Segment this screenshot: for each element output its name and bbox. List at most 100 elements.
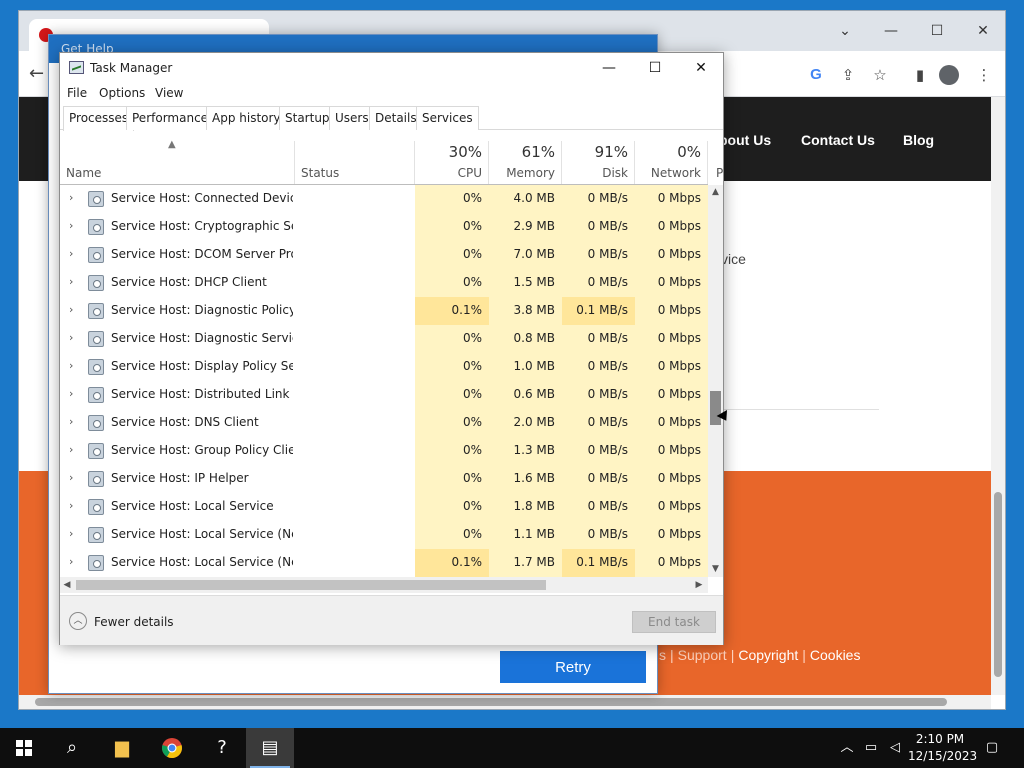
column-cpu[interactable]: 30% CPU bbox=[415, 141, 489, 185]
column-disk[interactable]: 91% Disk bbox=[562, 141, 635, 185]
nav-contact-us[interactable]: Contact Us bbox=[801, 132, 875, 148]
show-hidden-icons-chevron-icon[interactable]: ︿ bbox=[836, 728, 858, 768]
process-cpu: 0% bbox=[462, 331, 482, 345]
process-mem: 0.8 MB bbox=[513, 331, 555, 345]
tab-services[interactable]: Services bbox=[416, 106, 479, 130]
end-task-button[interactable]: End task bbox=[632, 611, 716, 633]
horizontal-scroll-thumb[interactable] bbox=[76, 580, 546, 590]
browser-horizontal-scrollbar[interactable] bbox=[19, 695, 991, 709]
expand-chevron-icon[interactable]: › bbox=[69, 275, 73, 288]
star-icon[interactable]: ☆ bbox=[869, 64, 891, 86]
process-mem: 1.8 MB bbox=[513, 499, 555, 513]
process-list-horizontal-scrollbar[interactable]: ◀ ▶ bbox=[60, 577, 708, 593]
task-manager-taskbar-icon[interactable]: ▤ bbox=[246, 728, 294, 768]
tab-startup[interactable]: Startup bbox=[279, 106, 336, 130]
footer-link-support[interactable]: Support bbox=[678, 647, 727, 663]
file-explorer-icon[interactable]: ▆ bbox=[98, 728, 146, 768]
maximize-icon[interactable]: ☐ bbox=[632, 53, 678, 83]
tab-performance[interactable]: Performance bbox=[126, 106, 215, 130]
close-icon[interactable]: ✕ bbox=[678, 53, 724, 83]
column-name[interactable]: Name bbox=[60, 141, 295, 185]
expand-chevron-icon[interactable]: › bbox=[69, 443, 73, 456]
share-icon[interactable]: ⇪ bbox=[837, 64, 859, 86]
clock[interactable]: 2:10 PM 12/15/2023 bbox=[908, 731, 977, 765]
table-row[interactable]: › Service Host: IP Helper 0% 1.6 MB 0 MB/s 0 … bbox=[60, 465, 708, 493]
expand-chevron-icon[interactable]: › bbox=[69, 219, 73, 232]
column-network[interactable]: 0% Network bbox=[635, 141, 708, 185]
process-name: Service Host: Distributed Link Tr... bbox=[111, 387, 293, 401]
column-network-label: Network bbox=[650, 166, 701, 180]
table-row[interactable]: › Service Host: Local Service (Net... 0.1%… bbox=[60, 549, 708, 577]
gear-icon bbox=[88, 359, 104, 375]
menu-file[interactable]: File bbox=[67, 86, 87, 100]
process-name: Service Host: Local Service bbox=[111, 499, 274, 513]
tab-details[interactable]: Details bbox=[369, 106, 423, 130]
expand-chevron-icon[interactable]: › bbox=[69, 359, 73, 372]
scroll-right-icon[interactable]: ▶ bbox=[692, 577, 706, 593]
expand-chevron-icon[interactable]: › bbox=[69, 247, 73, 260]
menu-icon[interactable]: ⋮ bbox=[973, 64, 995, 86]
back-arrow-icon[interactable]: ← bbox=[29, 63, 44, 84]
table-row[interactable]: › Service Host: DNS Client 0% 2.0 MB 0 MB/s 0… bbox=[60, 409, 708, 437]
scroll-down-icon[interactable]: ▼ bbox=[708, 562, 723, 577]
gear-icon bbox=[88, 247, 104, 263]
menu-view[interactable]: View bbox=[155, 86, 183, 100]
expand-chevron-icon[interactable]: › bbox=[69, 555, 73, 568]
table-row[interactable]: › Service Host: Local Service 0% 1.8 MB 0 MB… bbox=[60, 493, 708, 521]
search-icon[interactable]: ⌕ bbox=[48, 728, 96, 768]
footer-link-cookies[interactable]: Cookies bbox=[810, 647, 861, 663]
scroll-up-icon[interactable]: ▲ bbox=[708, 185, 723, 200]
footer-link-partial[interactable]: s bbox=[659, 647, 666, 663]
table-row[interactable]: › Service Host: Local Service (Net... 0% 1.… bbox=[60, 521, 708, 549]
column-power-partial[interactable]: P bbox=[708, 141, 724, 185]
expand-chevron-icon[interactable]: › bbox=[69, 415, 73, 428]
task-manager-titlebar[interactable]: Task Manager — ☐ ✕ bbox=[60, 53, 723, 83]
volume-muted-icon[interactable]: ◁ bbox=[884, 728, 906, 768]
table-row[interactable]: › Service Host: Cryptographic Ser... 0% 2.9… bbox=[60, 213, 708, 241]
fewer-details-link[interactable]: Fewer details bbox=[94, 615, 174, 629]
expand-chevron-icon[interactable]: › bbox=[69, 471, 73, 484]
profile-icon[interactable] bbox=[939, 65, 959, 85]
nav-blog[interactable]: Blog bbox=[903, 132, 934, 148]
minimize-icon[interactable]: — bbox=[586, 53, 632, 83]
expand-chevron-icon[interactable]: › bbox=[69, 499, 73, 512]
column-status[interactable]: Status bbox=[295, 141, 415, 185]
table-row[interactable]: › Service Host: Distributed Link Tr... 0% 0… bbox=[60, 381, 708, 409]
nav-about-us[interactable]: bout Us bbox=[719, 132, 771, 148]
scroll-left-icon[interactable]: ◀ bbox=[60, 577, 74, 593]
expand-chevron-icon[interactable]: › bbox=[69, 191, 73, 204]
table-row[interactable]: › Service Host: Diagnostic Policy ... 0.1%… bbox=[60, 297, 708, 325]
table-row[interactable]: › Service Host: Connected Device... 0% 4.0 … bbox=[60, 185, 708, 213]
table-row[interactable]: › Service Host: DCOM Server Proc... 0% 7.0 … bbox=[60, 241, 708, 269]
column-memory[interactable]: 61% Memory bbox=[489, 141, 562, 185]
sidebar-icon[interactable]: ▮ bbox=[909, 64, 931, 86]
browser-minimize-icon[interactable]: — bbox=[871, 17, 911, 45]
table-row[interactable]: › Service Host: Diagnostic Service... 0% 0.… bbox=[60, 325, 708, 353]
browser-maximize-icon[interactable]: ☐ bbox=[917, 17, 957, 45]
tab-app-history[interactable]: App history bbox=[206, 106, 287, 130]
browser-close-icon[interactable]: ✕ bbox=[963, 17, 1003, 45]
table-row[interactable]: › Service Host: Group Policy Client 0% 1.3 … bbox=[60, 437, 708, 465]
start-icon[interactable] bbox=[0, 728, 48, 768]
process-list-vertical-scrollbar[interactable]: ▲ ▼ bbox=[708, 185, 723, 577]
expand-chevron-icon[interactable]: › bbox=[69, 527, 73, 540]
footer-link-copyright[interactable]: Copyright bbox=[738, 647, 798, 663]
chevron-up-circle-icon[interactable]: ︿ bbox=[69, 612, 87, 630]
notifications-icon[interactable]: ▢ bbox=[980, 728, 1004, 768]
table-row[interactable]: › Service Host: DHCP Client 0% 1.5 MB 0 MB/s… bbox=[60, 269, 708, 297]
expand-chevron-icon[interactable]: › bbox=[69, 331, 73, 344]
process-name: Service Host: Display Policy Serv... bbox=[111, 359, 293, 373]
browser-vertical-scrollbar[interactable] bbox=[991, 97, 1005, 695]
network-icon[interactable]: ▭ bbox=[860, 728, 882, 768]
chrome-icon[interactable] bbox=[148, 728, 196, 768]
tab-processes[interactable]: Processes bbox=[63, 106, 135, 131]
tab-list-chevron-icon[interactable]: ⌄ bbox=[825, 17, 865, 45]
expand-chevron-icon[interactable]: › bbox=[69, 387, 73, 400]
get-help-icon[interactable]: ? bbox=[198, 728, 246, 768]
menu-options[interactable]: Options bbox=[99, 86, 145, 100]
google-icon[interactable]: G bbox=[805, 64, 827, 86]
expand-chevron-icon[interactable]: › bbox=[69, 303, 73, 316]
retry-button[interactable]: Retry bbox=[500, 651, 646, 683]
tab-users[interactable]: Users bbox=[329, 106, 375, 130]
table-row[interactable]: › Service Host: Display Policy Serv... 0% 1… bbox=[60, 353, 708, 381]
